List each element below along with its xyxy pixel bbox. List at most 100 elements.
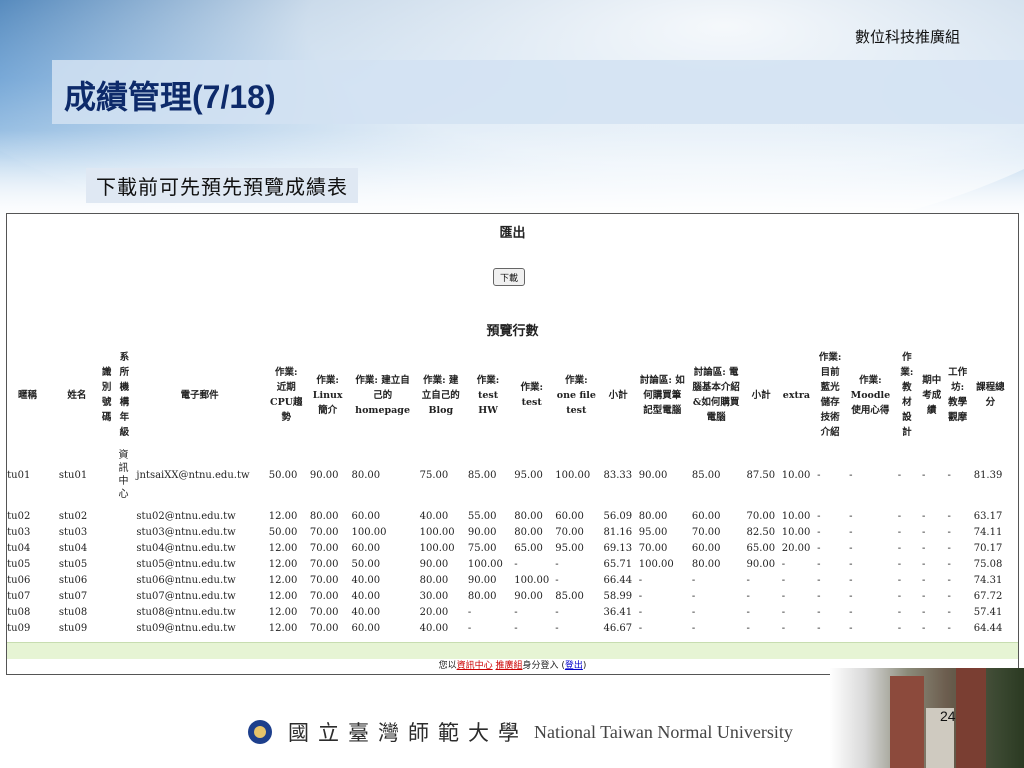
table-cell: 75.00 [467,542,497,554]
table-cell: stu09@ntnu.edu.tw [136,622,236,634]
table-cell: 60.00 [691,510,721,522]
table-cell: 75.00 [419,469,449,481]
table-cell: 40.00 [419,510,449,522]
table-cell: - [897,469,902,481]
role-link[interactable]: 推廣組 [495,661,522,671]
table-cell: - [947,574,951,586]
table-cell: stu01 [58,469,88,481]
table-cell: stu07@ntnu.edu.tw [136,590,236,602]
table-row: stu06 stu06 stu06@ntnu.edu.tw 12.00 70.00 40.… [7,572,1010,588]
table-cell: - [514,606,518,618]
table-cell: - [817,469,821,481]
table-cell: - [922,622,926,634]
table-cell: - [781,606,786,618]
table-cell: 60.00 [351,622,381,634]
column-header: 作業: Linux簡介 [312,374,343,416]
table-cell: - [922,469,926,481]
table-cell: stu03 [58,526,88,538]
table-cell: - [947,510,951,522]
table-cell: 20.00 [419,606,449,618]
table-cell: 60.00 [351,542,381,554]
table-cell: 81.16 [603,526,633,538]
table-cell: - [817,510,821,522]
table-cell: 95.00 [514,469,543,481]
table-cell: - [691,622,696,634]
table-cell: stu07 [7,590,31,602]
table-cell: 100.00 [555,469,591,481]
table-row: stu05 stu05 stu05@ntnu.edu.tw 12.00 70.00 50.… [7,556,1010,572]
download-button[interactable]: 下載 [493,268,525,286]
table-row: stu02 stu02 stu02@ntnu.edu.tw 12.00 80.00 60.… [7,508,1010,524]
table-cell: stu05@ntnu.edu.tw [136,558,236,570]
table-cell: 58.99 [603,590,633,602]
table-cell: 80.00 [467,590,497,602]
page-number: 24 [940,708,956,724]
table-cell [98,508,116,524]
table-cell [98,620,116,636]
logout-link[interactable]: 登出 [565,661,583,671]
table-cell: 12.00 [268,590,298,602]
table-cell [115,620,133,636]
table-cell: 74.11 [973,526,1003,538]
column-header: 小計 [751,389,771,401]
table-cell: 70.00 [691,526,721,538]
column-header: 系所機構年級 [119,352,130,438]
column-header: 作業: Moodle使用心得 [850,374,891,416]
table-cell: 12.00 [268,606,298,618]
table-cell: 100.00 [514,574,550,586]
table-cell: 90.00 [419,558,449,570]
table-cell: stu03 [7,526,31,538]
table-cell: 12.00 [268,510,298,522]
table-cell: stu05 [58,558,88,570]
table-cell: 40.00 [351,590,381,602]
table-cell: - [781,558,786,570]
table-cell: - [922,574,926,586]
table-cell: 80.00 [514,510,543,522]
table-cell: 65.71 [603,558,633,570]
table-cell [115,588,133,604]
table-cell: 50.00 [351,558,381,570]
table-cell: - [897,510,902,522]
column-header: 討論區: 如何購買筆記型電腦 [639,374,685,416]
table-cell: stu08 [7,606,31,618]
user-link[interactable]: 資訊中心 [457,661,493,671]
table-cell: 85.00 [691,469,721,481]
table-cell: stu05 [7,558,31,570]
table-cell: 85.00 [555,590,584,602]
table-cell: - [922,590,926,602]
table-cell [115,508,133,524]
table-cell: 46.67 [603,622,633,634]
table-cell: 81.39 [973,469,1003,481]
table-cell: 56.09 [603,510,633,522]
table-cell: 80.00 [514,526,543,538]
table-cell: - [897,574,902,586]
table-cell: stu01 [7,469,31,481]
table-body: stu01 stu01 資訊中心 jntsaiXX@ntnu.edu.tw 50.00 9… [7,442,1010,666]
table-cell: 95.00 [638,526,668,538]
table-cell: 70.00 [309,590,339,602]
table-cell: - [897,542,902,554]
table-cell: - [849,622,853,634]
table-cell: 90.00 [309,469,339,481]
table-cell: - [817,622,821,634]
table-cell: - [922,526,926,538]
table-row: stu09 stu09 stu09@ntnu.edu.tw 12.00 70.00 60.… [7,620,1010,636]
table-cell: 70.00 [309,574,339,586]
table-cell: - [817,558,821,570]
table-cell: 40.00 [419,622,449,634]
column-header: 課程總分 [976,382,1005,408]
table-cell: - [922,606,926,618]
table-cell: - [514,622,518,634]
column-header: 討論區: 電腦基本介紹&如何購買電腦 [692,367,740,423]
table-cell: - [947,526,951,538]
grades-table: 暱稱 姓名 識別號碼 系所機構年級 電子郵件 作業: 近期CPU趨勢 作業: Linux簡介… [7,348,1010,666]
table-row: stu01 stu01 資訊中心 jntsaiXX@ntnu.edu.tw 50.00 9… [7,442,1010,508]
table-cell: - [817,590,821,602]
table-cell: 55.00 [467,510,497,522]
table-cell [115,572,133,588]
table-row: stu03 stu03 stu03@ntnu.edu.tw 50.00 70.00 100… [7,524,1010,540]
table-cell: stu08@ntnu.edu.tw [136,606,236,618]
table-cell: - [746,574,750,586]
table-cell: stu07 [58,590,88,602]
table-cell: - [555,606,559,618]
